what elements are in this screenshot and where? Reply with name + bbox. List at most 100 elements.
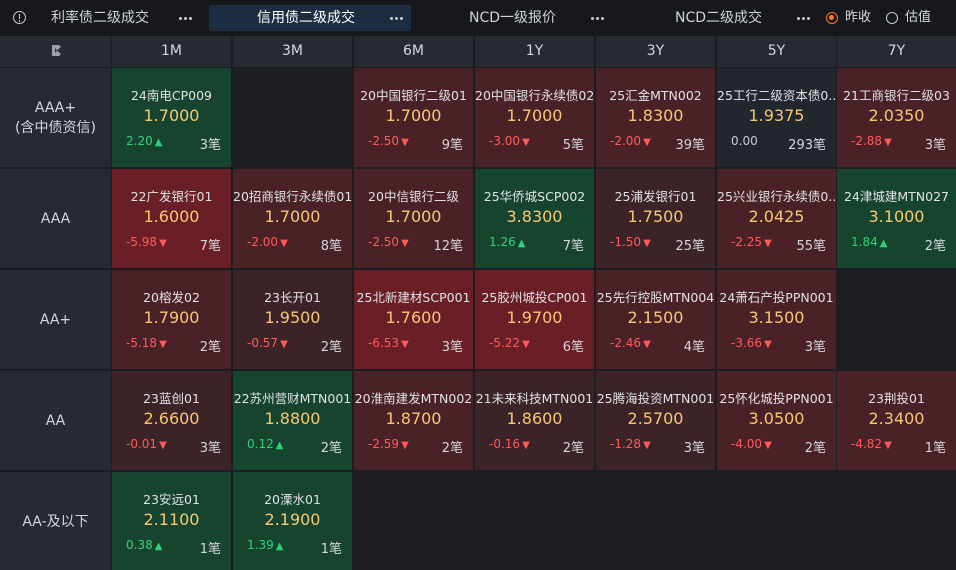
bond-cell[interactable]: 25工行二级资本债0... 1.9375 0.00 293笔 bbox=[717, 68, 836, 167]
bond-cell[interactable]: 20榕发02 1.7900 -5.18 ▼ 2笔 bbox=[112, 270, 231, 369]
bond-cell[interactable]: 25北新建材SCP001 1.7600 -6.53 ▼ 3笔 bbox=[354, 270, 473, 369]
trade-count: 4笔 bbox=[683, 340, 705, 355]
bond-cell[interactable]: 22苏州营财MTN001 1.8800 0.12 ▲ 2笔 bbox=[233, 371, 352, 470]
bond-name: 25怀化城投PPN001 bbox=[719, 391, 834, 406]
bp-change: 0.12 ▲ bbox=[247, 437, 283, 451]
bp-change: -2.59 ▼ bbox=[368, 437, 409, 451]
bp-change: -4.82 ▼ bbox=[851, 437, 892, 451]
radio-valuation[interactable]: 估值 bbox=[886, 10, 936, 26]
more-dots-icon[interactable] bbox=[390, 17, 403, 20]
bond-cell[interactable]: 23长开01 1.9500 -0.57 ▼ 2笔 bbox=[233, 270, 352, 369]
bond-name: 25兴业银行永续债0... bbox=[717, 189, 836, 204]
bp-change-value: -2.00 bbox=[247, 235, 279, 249]
more-dots-icon[interactable] bbox=[591, 17, 604, 20]
tab-ncd-primary-quote[interactable]: NCD一级报价 bbox=[440, 5, 615, 31]
empty-cell bbox=[475, 472, 594, 570]
more-dots-icon[interactable] bbox=[797, 17, 810, 20]
trade-count: 6笔 bbox=[562, 340, 584, 355]
bond-cell[interactable]: 24南电CP009 1.7000 2.20 ▲ 3笔 bbox=[112, 68, 231, 167]
column-header: 1M bbox=[112, 36, 231, 67]
column-header: 3Y bbox=[596, 36, 715, 67]
bond-name: 25腾海投资MTN001 bbox=[596, 391, 715, 406]
bond-cell[interactable]: 21工商银行二级03 2.0350 -2.88 ▼ 3笔 bbox=[837, 68, 956, 167]
trade-count: 55笔 bbox=[796, 239, 826, 254]
bp-change: -1.50 ▼ bbox=[610, 235, 651, 249]
trade-count: 9笔 bbox=[441, 138, 463, 153]
bond-cell[interactable]: 20中国银行永续债02 1.7000 -3.00 ▼ 5笔 bbox=[475, 68, 594, 167]
bond-cell[interactable]: 25腾海投资MTN001 2.5700 -1.28 ▼ 3笔 bbox=[596, 371, 715, 470]
bp-change: -3.66 ▼ bbox=[731, 336, 772, 350]
empty-cell bbox=[233, 68, 352, 167]
brand-logo-icon bbox=[52, 45, 61, 56]
radio-prev-close[interactable]: 昨收 bbox=[826, 10, 876, 26]
bp-change: 1.26 ▲ bbox=[489, 235, 525, 249]
bond-cell[interactable]: 20淮南建发MTN002 1.8700 -2.59 ▼ 2笔 bbox=[354, 371, 473, 470]
bond-rate: 1.8300 bbox=[627, 106, 684, 125]
trade-count: 12笔 bbox=[433, 239, 463, 254]
bond-cell[interactable]: 20招商银行永续债01 1.7000 -2.00 ▼ 8笔 bbox=[233, 169, 352, 268]
arrow-down-icon: ▼ bbox=[401, 339, 409, 350]
column-header: 3M bbox=[233, 36, 352, 67]
bond-rate: 2.5700 bbox=[627, 409, 684, 428]
bond-cell[interactable]: 24津城建MTN027 3.1000 1.84 ▲ 2笔 bbox=[837, 169, 956, 268]
bp-change-value: -0.01 bbox=[126, 437, 158, 451]
bond-cell[interactable]: 25先行控股MTN004 2.1500 -2.46 ▼ 4笔 bbox=[596, 270, 715, 369]
bp-change: 1.84 ▲ bbox=[851, 235, 887, 249]
bond-rate: 1.6000 bbox=[143, 207, 200, 226]
bond-cell[interactable]: 20中信银行二级 1.7000 -2.50 ▼ 12笔 bbox=[354, 169, 473, 268]
bond-rate: 1.7900 bbox=[143, 308, 200, 327]
column-header: 7Y bbox=[837, 36, 956, 67]
bp-change: -2.00 ▼ bbox=[247, 235, 288, 249]
tab-ncd-secondary[interactable]: NCD二级成交 bbox=[642, 5, 817, 31]
trade-count: 2笔 bbox=[320, 340, 342, 355]
tab-rate-bond-secondary[interactable]: 利率债二级成交 bbox=[40, 5, 205, 31]
bond-cell[interactable]: 25华侨城SCP002 3.8300 1.26 ▲ 7笔 bbox=[475, 169, 594, 268]
bp-change-value: 1.39 bbox=[247, 538, 274, 552]
bond-rate: 1.7000 bbox=[385, 106, 442, 125]
bp-change: -5.98 ▼ bbox=[126, 235, 167, 249]
bond-name: 22广发银行01 bbox=[130, 189, 213, 204]
bond-name: 25华侨城SCP002 bbox=[483, 189, 586, 204]
bp-change: -2.25 ▼ bbox=[731, 235, 772, 249]
bp-change: -2.50 ▼ bbox=[368, 134, 409, 148]
bp-change-value: -6.53 bbox=[368, 336, 400, 350]
bond-cell[interactable]: 23蓝创01 2.6600 -0.01 ▼ 3笔 bbox=[112, 371, 231, 470]
bp-change-value: 1.84 bbox=[851, 235, 878, 249]
bp-change: -3.00 ▼ bbox=[489, 134, 530, 148]
arrow-down-icon: ▼ bbox=[522, 137, 530, 148]
bond-cell[interactable]: 21未来科技MTN001 1.8600 -0.16 ▼ 2笔 bbox=[475, 371, 594, 470]
arrow-down-icon: ▼ bbox=[159, 339, 167, 350]
rating-row-header: AAA bbox=[0, 169, 111, 268]
bond-name: 25工行二级资本债0... bbox=[717, 88, 836, 103]
bp-change-value: -1.50 bbox=[610, 235, 642, 249]
arrow-up-icon: ▲ bbox=[879, 238, 888, 249]
bond-cell[interactable]: 22广发银行01 1.6000 -5.98 ▼ 7笔 bbox=[112, 169, 231, 268]
bond-cell[interactable]: 20溧水01 2.1900 1.39 ▲ 1笔 bbox=[233, 472, 352, 570]
rating-label: AA-及以下 bbox=[22, 513, 89, 530]
bond-name: 20招商银行永续债01 bbox=[233, 189, 352, 204]
bond-rate: 1.9375 bbox=[748, 106, 805, 125]
trade-count: 2笔 bbox=[562, 441, 584, 456]
bond-cell[interactable]: 24萧石产投PPN001 3.1500 -3.66 ▼ 3笔 bbox=[717, 270, 836, 369]
info-icon[interactable] bbox=[13, 11, 26, 24]
bond-rate: 1.7500 bbox=[627, 207, 684, 226]
bond-cell[interactable]: 20中国银行二级01 1.7000 -2.50 ▼ 9笔 bbox=[354, 68, 473, 167]
bond-cell[interactable]: 23荆投01 2.3400 -4.82 ▼ 1笔 bbox=[837, 371, 956, 470]
rating-row-header: AA bbox=[0, 371, 111, 470]
bond-cell[interactable]: 25胶州城投CP001 1.9700 -5.22 ▼ 6笔 bbox=[475, 270, 594, 369]
bond-cell[interactable]: 25兴业银行永续债0... 2.0425 -2.25 ▼ 55笔 bbox=[717, 169, 836, 268]
bond-cell[interactable]: 25怀化城投PPN001 3.0500 -4.00 ▼ 2笔 bbox=[717, 371, 836, 470]
bond-cell[interactable]: 25浦发银行01 1.7500 -1.50 ▼ 25笔 bbox=[596, 169, 715, 268]
trade-count: 8笔 bbox=[320, 239, 342, 254]
bond-cell[interactable]: 23安远01 2.1100 0.38 ▲ 1笔 bbox=[112, 472, 231, 570]
bond-cell[interactable]: 25汇金MTN002 1.8300 -2.00 ▼ 39笔 bbox=[596, 68, 715, 167]
bond-name: 23荆投01 bbox=[868, 391, 925, 406]
bond-rate: 1.8700 bbox=[385, 409, 442, 428]
more-dots-icon[interactable] bbox=[179, 17, 192, 20]
arrow-down-icon: ▼ bbox=[401, 238, 409, 249]
tab-credit-bond-secondary[interactable]: 信用债二级成交 bbox=[209, 5, 411, 31]
bond-name: 22苏州营财MTN001 bbox=[233, 391, 352, 406]
trade-count: 1笔 bbox=[924, 441, 946, 456]
bond-rate: 2.3400 bbox=[868, 409, 925, 428]
arrow-down-icon: ▼ bbox=[764, 440, 772, 451]
